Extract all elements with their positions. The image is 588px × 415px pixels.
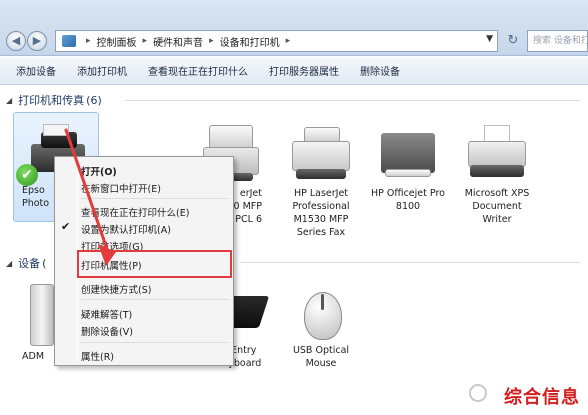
annotation-arrow-icon <box>64 128 116 266</box>
watermark-text: 综合信息 <box>504 387 580 408</box>
watermark-logo-icon <box>469 384 487 402</box>
